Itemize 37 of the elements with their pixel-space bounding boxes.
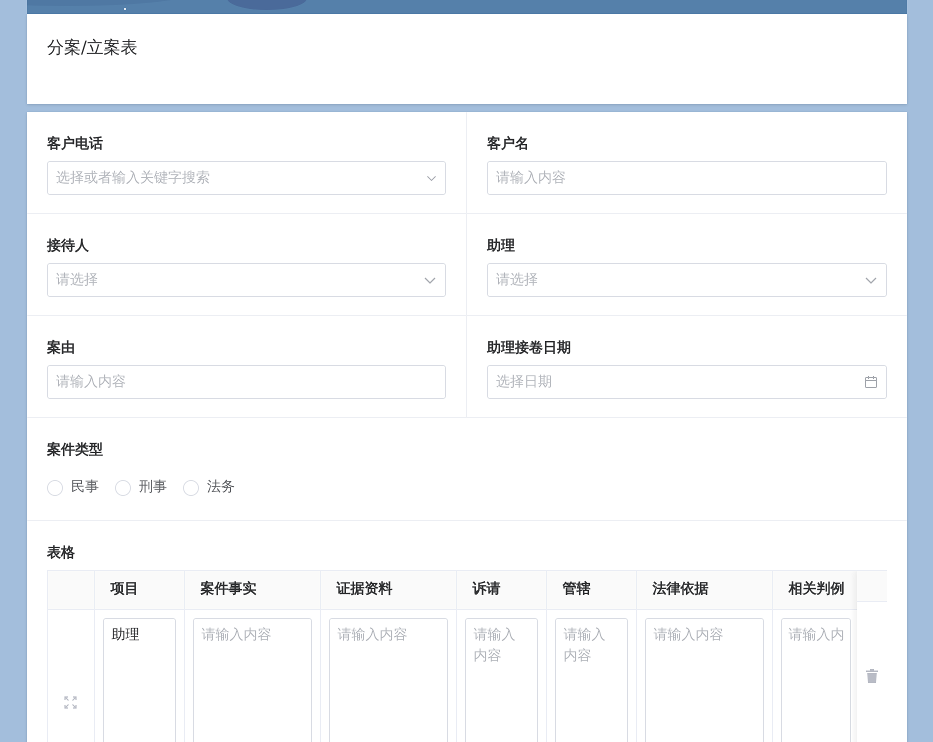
input-field[interactable]: 请输入内容 bbox=[487, 161, 887, 195]
date-field[interactable]: 选择日期 bbox=[487, 365, 887, 399]
radio-button[interactable] bbox=[115, 480, 131, 496]
select-field[interactable]: 请选择 bbox=[47, 263, 446, 297]
text-area[interactable]: 请输入内容 bbox=[464, 618, 538, 742]
select-field[interactable]: 选择或者输入关键字搜索 bbox=[47, 161, 446, 195]
form-title: 分案/立案表 bbox=[47, 37, 139, 60]
radio-label[interactable]: 法务 bbox=[207, 477, 235, 498]
field-label: 案由 bbox=[47, 338, 75, 358]
text-area[interactable]: 助理 bbox=[102, 618, 176, 742]
calendar-icon bbox=[863, 374, 879, 390]
field-label: 客户名 bbox=[487, 134, 529, 154]
text-area[interactable]: 请输入内 bbox=[780, 618, 850, 742]
field-label: 助理 bbox=[487, 237, 515, 256]
column-header: 项目 bbox=[94, 571, 184, 609]
text-area[interactable]: 请输入内容 bbox=[192, 618, 312, 742]
column-header: 诉请 bbox=[456, 571, 546, 609]
trash-icon[interactable] bbox=[866, 669, 878, 684]
column-header: 管辖 bbox=[546, 571, 636, 609]
expand-icon[interactable] bbox=[64, 696, 78, 710]
field-label: 客户电话 bbox=[47, 134, 103, 154]
text-area[interactable]: 请输入内容 bbox=[554, 618, 628, 742]
field-label: 案件类型 bbox=[47, 440, 103, 460]
column-header: 案件事实 bbox=[184, 571, 320, 609]
radio-button[interactable] bbox=[47, 480, 63, 496]
text-area[interactable]: 请输入内容 bbox=[328, 618, 448, 742]
field-label: 助理接卷日期 bbox=[487, 339, 571, 358]
column-header: 证据资料 bbox=[320, 571, 456, 609]
radio-label[interactable]: 民事 bbox=[71, 477, 99, 498]
radio-button[interactable] bbox=[183, 480, 199, 496]
radio-label[interactable]: 刑事 bbox=[139, 477, 167, 498]
select-field[interactable]: 请选择 bbox=[487, 263, 887, 297]
field-label: 表格 bbox=[47, 544, 75, 563]
text-area[interactable]: 请输入内容 bbox=[644, 618, 764, 742]
column-header: 法律依据 bbox=[636, 571, 772, 609]
input-field[interactable]: 请输入内容 bbox=[47, 365, 446, 399]
field-label: 接待人 bbox=[47, 237, 89, 256]
